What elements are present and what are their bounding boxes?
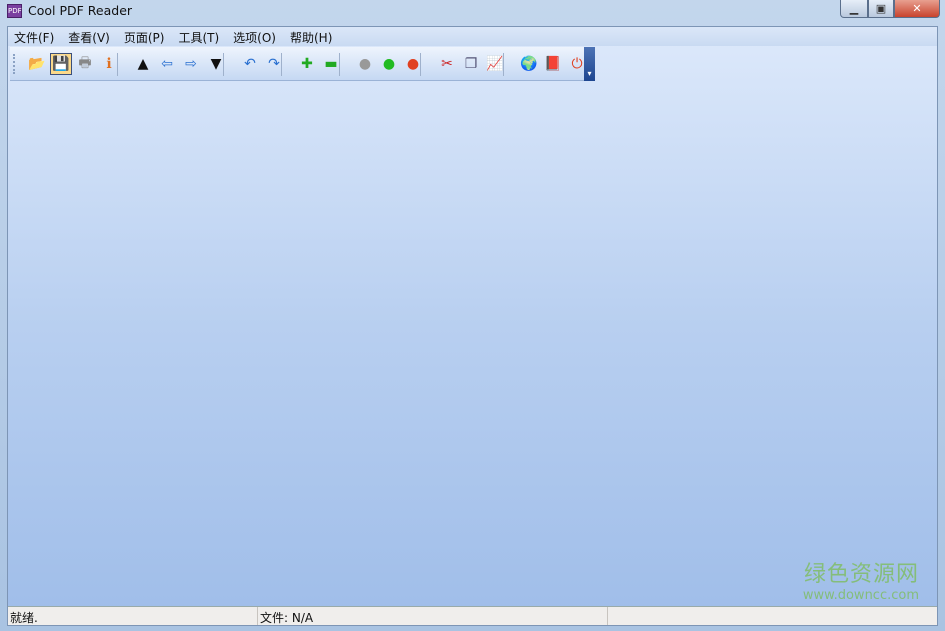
redo-icon: ↷	[268, 56, 280, 72]
info-button[interactable]: ℹ	[98, 53, 120, 75]
globe-button[interactable]: 🌍	[518, 53, 540, 75]
save-button[interactable]: 💾	[50, 53, 72, 75]
previous-page-button[interactable]: ⇦	[156, 53, 178, 75]
window-title: Cool PDF Reader	[28, 3, 133, 18]
undo-icon: ↶	[244, 56, 256, 72]
watermark: 绿色资源网 www.downcc.com	[803, 556, 919, 603]
document-area[interactable]: 文件(F) 查看(V) 页面(P) 工具(T) 选项(O) 帮助(H) ▾ 📂 💾 🖶 ℹ ▲ ⇦ ⇨…	[7, 26, 938, 626]
green-light-button[interactable]: ●	[378, 53, 400, 75]
zoom-out-button[interactable]: ▬	[320, 53, 342, 75]
copy-button[interactable]: ❐	[460, 53, 482, 75]
help-book-icon: 📕	[544, 56, 562, 72]
globe-icon: 🌍	[520, 56, 538, 72]
print-button[interactable]: 🖶	[74, 53, 96, 75]
toolbar-grip[interactable]	[13, 54, 15, 74]
title-bar: PDF Cool PDF Reader ▁ ▣ ✕	[0, 0, 945, 26]
menu-item-4[interactable]: 选项(O)	[233, 27, 283, 46]
app-icon: PDF	[7, 4, 22, 18]
redo-button[interactable]: ↷	[263, 53, 285, 75]
toolbar: ▾ 📂 💾 🖶 ℹ ▲ ⇦ ⇨ ▼ ↶ ↷ ✚ ▬ ● ● ● ✂ ❐ 📈 🌍 📕 ⏻	[10, 47, 595, 81]
watermark-text: 绿色资源网	[803, 562, 919, 587]
gray-light-icon: ●	[358, 56, 372, 72]
menu-item-5[interactable]: 帮助(H)	[290, 27, 339, 46]
menu-item-0[interactable]: 文件(F)	[14, 27, 61, 46]
app-window: PDF Cool PDF Reader ▁ ▣ ✕ 文件(F) 查看(V) 页面(P…	[0, 0, 945, 631]
help-book-button[interactable]: 📕	[542, 53, 564, 75]
maximize-button[interactable]: ▣	[868, 0, 894, 18]
undo-button[interactable]: ↶	[239, 53, 261, 75]
menu-bar: 文件(F) 查看(V) 页面(P) 工具(T) 选项(O) 帮助(H)	[8, 27, 937, 46]
minimize-button[interactable]: ▁	[840, 0, 868, 18]
open-button[interactable]: 📂	[26, 53, 48, 75]
red-light-icon: ●	[406, 56, 420, 72]
minimize-icon: ▁	[849, 2, 859, 15]
next-page-button[interactable]: ⇨	[180, 53, 202, 75]
menu-item-3[interactable]: 工具(T)	[178, 27, 226, 46]
last-page-button[interactable]: ▼	[205, 53, 227, 75]
power-icon: ⏻	[571, 56, 583, 72]
next-page-icon: ⇨	[185, 56, 197, 72]
status-empty	[608, 607, 937, 625]
status-ready: 就绪.	[8, 607, 258, 625]
gray-light-button[interactable]: ●	[354, 53, 376, 75]
scissors-button[interactable]: ✂	[436, 53, 458, 75]
save-icon: 💾	[52, 56, 70, 72]
copy-icon: ❐	[464, 56, 478, 72]
watermark-url: www.downcc.com	[802, 588, 919, 603]
green-light-icon: ●	[382, 56, 396, 72]
first-page-icon: ▲	[137, 56, 149, 72]
power-button[interactable]: ⏻	[566, 53, 588, 75]
close-button[interactable]: ✕	[894, 0, 940, 18]
first-page-button[interactable]: ▲	[132, 53, 154, 75]
close-icon: ✕	[912, 2, 922, 15]
info-icon: ℹ	[106, 56, 112, 72]
scissors-icon: ✂	[441, 56, 453, 72]
status-bar: 就绪. 文件: N/A	[8, 606, 937, 625]
previous-page-icon: ⇦	[161, 56, 173, 72]
menu-item-2[interactable]: 页面(P)	[124, 27, 172, 46]
red-light-button[interactable]: ●	[402, 53, 424, 75]
chart-button[interactable]: 📈	[484, 53, 506, 75]
zoom-out-icon: ▬	[324, 56, 338, 72]
menu-item-1[interactable]: 查看(V)	[68, 27, 117, 46]
zoom-in-icon: ✚	[301, 56, 313, 72]
print-icon: 🖶	[78, 55, 92, 71]
maximize-icon: ▣	[875, 2, 887, 15]
open-icon: 📂	[28, 56, 46, 72]
last-page-icon: ▼	[210, 56, 222, 72]
chart-icon: 📈	[486, 56, 504, 72]
zoom-in-button[interactable]: ✚	[296, 53, 318, 75]
chevron-down-icon: ▾	[587, 69, 592, 78]
status-file: 文件: N/A	[258, 607, 608, 625]
